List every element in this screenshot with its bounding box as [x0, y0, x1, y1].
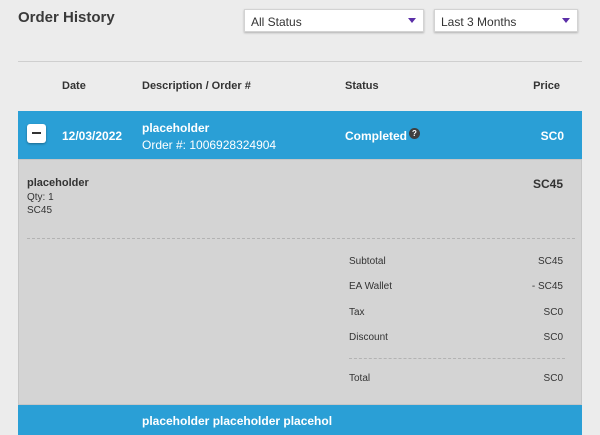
item-name: placeholder: [27, 177, 89, 189]
date-range-value: Last 3 Months: [441, 15, 517, 29]
order-details-panel: placeholder Qty: 1 SC45 SC45 Subtotal SC…: [18, 159, 582, 405]
collapse-button[interactable]: [27, 124, 46, 143]
status-filter-value: All Status: [251, 15, 302, 29]
order-number: Order #: 1006928324904: [142, 138, 277, 152]
column-header-date: Date: [62, 80, 86, 92]
item-divider: [27, 238, 575, 239]
tax-value: SC0: [543, 307, 563, 318]
item-total-price: SC45: [532, 177, 563, 191]
total-value: SC0: [543, 373, 563, 384]
column-header-status: Status: [345, 80, 379, 92]
order-price: SC0: [540, 129, 564, 143]
chevron-down-icon: [408, 18, 416, 23]
item-quantity: Qty: 1: [27, 192, 54, 203]
summary-divider: [349, 358, 565, 359]
column-header-description: Description / Order #: [142, 80, 251, 92]
chevron-down-icon: [562, 18, 570, 23]
subtotal-label: Subtotal: [349, 256, 386, 267]
column-header-price: Price: [533, 80, 560, 92]
tax-label: Tax: [349, 307, 365, 318]
order-date: 12/03/2022: [62, 129, 123, 143]
minus-icon: [32, 132, 41, 134]
discount-value: SC0: [543, 332, 563, 343]
header-divider: [18, 61, 582, 62]
status-filter-select[interactable]: All Status: [244, 9, 424, 32]
total-label: Total: [349, 373, 371, 384]
subtotal-value: SC45: [537, 256, 563, 267]
order-row[interactable]: 12/03/2022 placeholder Order #: 10069283…: [18, 111, 582, 159]
order-status: Completed: [345, 129, 408, 143]
ea-wallet-label: EA Wallet: [349, 281, 392, 292]
order-row[interactable]: placeholder placeholder placehol: [18, 405, 582, 435]
ea-wallet-value: - SC45: [531, 281, 563, 292]
help-icon[interactable]: ?: [409, 128, 420, 139]
order-description: placeholder placeholder placehol: [142, 414, 333, 428]
page-title: Order History: [18, 9, 115, 26]
date-range-select[interactable]: Last 3 Months: [434, 9, 578, 32]
item-unit-price: SC45: [27, 205, 53, 216]
order-description: placeholder: [142, 121, 210, 135]
discount-label: Discount: [349, 332, 388, 343]
